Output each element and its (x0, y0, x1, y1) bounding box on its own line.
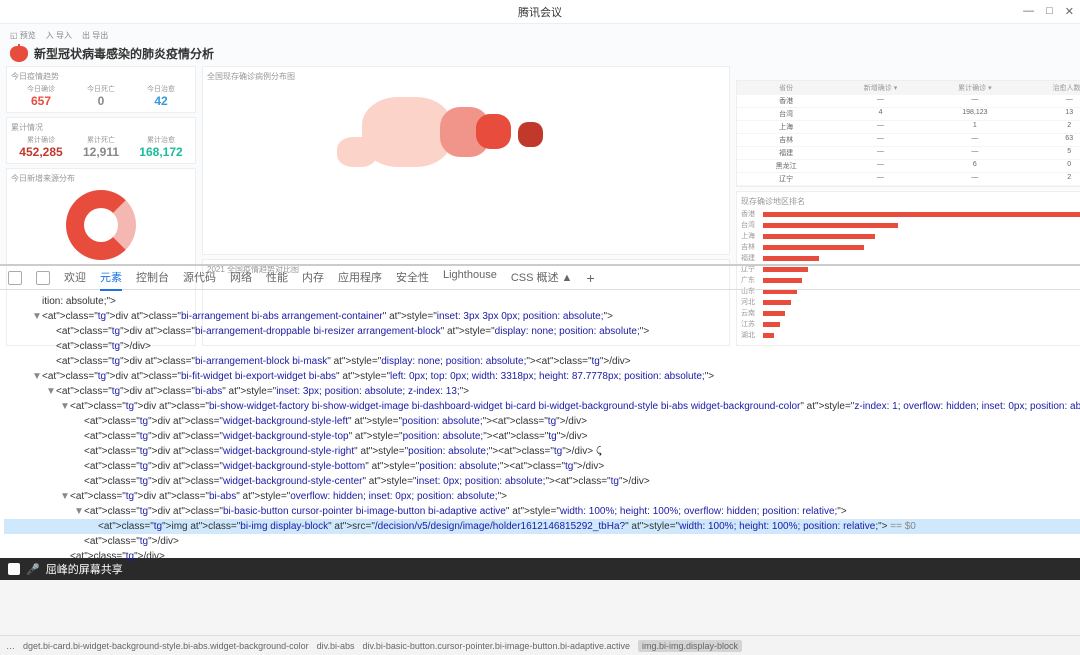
table-header[interactable]: 新增确诊 ▾ (833, 83, 927, 93)
panel-title: 今日疫情趋势 (11, 71, 191, 82)
table-header[interactable]: 省份 (739, 83, 833, 93)
breadcrumb-item[interactable]: … (6, 641, 15, 651)
dom-line[interactable]: ▼<at">class="tg">div at">class="bi-abs" … (4, 384, 1080, 399)
sharer-name: 屈峰的屏幕共享 (46, 561, 123, 577)
kpi-value: 12,911 (71, 145, 131, 159)
table-row: 台湾4198,1231301 (737, 108, 1080, 121)
bar-item: 台湾 (741, 220, 1080, 230)
table-row: 香港————— (737, 95, 1080, 108)
inspect-icon[interactable] (8, 271, 22, 285)
table-header[interactable]: 累计确诊 ▾ (928, 83, 1022, 93)
table-row: 吉林——63—— (737, 134, 1080, 147)
dom-line[interactable]: <at">class="tg">div at">class="bi-arrang… (4, 324, 1080, 339)
dom-line[interactable]: <at">class="tg">/div> (4, 549, 1080, 564)
kpi-label: 累计确诊 (11, 135, 71, 145)
panel-today: 今日疫情趋势 今日确诊657今日死亡0今日治愈42 (6, 66, 196, 113)
bar-item: 吉林 (741, 242, 1080, 252)
table-row: 福建——5—— (737, 147, 1080, 160)
panel-title: 累计情况 (11, 122, 191, 133)
dom-line[interactable]: <at">class="tg">div at">class="widget-ba… (4, 459, 1080, 474)
dom-line[interactable]: ▼<at">class="tg">div at">class="bi-abs" … (4, 489, 1080, 504)
devtools-tab[interactable]: Lighthouse (443, 265, 497, 291)
toolbar-item[interactable]: 入 导入 (46, 30, 72, 41)
dom-line[interactable]: ▼<at">class="tg">div at">class="bi-arran… (4, 309, 1080, 324)
dom-tree[interactable]: ition: absolute;">▼<at">class="tg">div a… (0, 290, 1080, 635)
panel-map: 全国现存确诊病例分布图 (202, 66, 730, 255)
map-title: 全国现存确诊病例分布图 (207, 71, 725, 82)
kpi-value: 168,172 (131, 145, 191, 159)
kpi-label: 累计死亡 (71, 135, 131, 145)
devtools-tab[interactable]: CSS 概述 ▲ (511, 265, 573, 291)
dom-line[interactable]: ▼<at">class="tg">div at">class="bi-basic… (4, 504, 1080, 519)
kpi-value: 452,285 (11, 145, 71, 159)
dom-line[interactable]: <at">class="tg">img at">class="bi-img di… (4, 519, 1080, 534)
dom-line[interactable]: <at">class="tg">div at">class="widget-ba… (4, 429, 1080, 444)
devtools-tab[interactable]: 性能 (266, 265, 288, 291)
breadcrumb-item[interactable]: div.bi-basic-button.cursor-pointer.bi-im… (363, 641, 630, 651)
device-icon[interactable] (36, 271, 50, 285)
toolbar-item[interactable]: 出 导出 (82, 30, 108, 41)
table-row: 辽宁——2—— (737, 173, 1080, 186)
devtools-tab[interactable]: 欢迎 (64, 265, 86, 291)
kpi-label: 今日死亡 (71, 84, 131, 94)
dom-line[interactable]: <at">class="tg">div at">class="widget-ba… (4, 444, 1080, 459)
devtools-tab[interactable]: 应用程序 (338, 265, 382, 291)
dashboard-toolbar: ◱ 预览入 导入出 导出 (6, 30, 1080, 41)
devtools-tab[interactable]: 内存 (302, 265, 324, 291)
dashboard-frame: ◱ 预览入 导入出 导出 新型冠状病毒感染的肺炎疫情分析 2022-03-26 … (0, 24, 1080, 264)
bar-item: 香港 (741, 209, 1080, 219)
breadcrumb-item[interactable]: div.bi-abs (317, 641, 355, 651)
bar-item: 福建 (741, 253, 1080, 263)
table-row: 黑龙江—600— (737, 160, 1080, 173)
window-title: 腾讯会议 (518, 4, 562, 20)
kpi-value: 42 (131, 94, 191, 108)
add-tab-button[interactable]: + (586, 270, 594, 286)
map-canvas (207, 82, 725, 182)
devtools-tabs: 欢迎元素控制台源代码网络性能内存应用程序安全性 Lighthouse CSS 概述 … (0, 266, 1080, 290)
window-titlebar: 腾讯会议 — □ ✕ (0, 0, 1080, 24)
data-source: 数据来源: 中国国家卫生健康委员会官方数据 (736, 66, 1080, 76)
dom-line[interactable]: ▼<at">class="tg">div at">class="bi-fit-w… (4, 369, 1080, 384)
kpi-value: 0 (71, 94, 131, 108)
panel-total: 累计情况 累计确诊452,285累计死亡12,911累计治愈168,172 (6, 117, 196, 164)
toolbar-item[interactable]: ◱ 预览 (10, 30, 36, 41)
breadcrumb-item[interactable]: img.bi-img.display-block (638, 640, 742, 652)
donut-chart (66, 190, 136, 260)
panel-title: 今日新增来源分布 (11, 173, 191, 184)
devtools-tab[interactable]: 元素 (100, 265, 122, 291)
devtools: 欢迎元素控制台源代码网络性能内存应用程序安全性 Lighthouse CSS 概述 … (0, 264, 1080, 655)
kpi-label: 今日治愈 (131, 84, 191, 94)
bar-item: 上海 (741, 231, 1080, 241)
minimize-button[interactable]: — (1023, 5, 1034, 18)
lungs-icon (10, 46, 28, 62)
table-row: 上海—12—— (737, 121, 1080, 134)
kpi-label: 累计治愈 (131, 135, 191, 145)
kpi-value: 657 (11, 94, 71, 108)
window-controls: — □ ✕ (1023, 5, 1074, 18)
dom-line[interactable]: <at">class="tg">/div> (4, 534, 1080, 549)
dom-line[interactable]: <at">class="tg">/div> (4, 339, 1080, 354)
devtools-tab[interactable]: 安全性 (396, 265, 429, 291)
devtools-tab[interactable]: 控制台 (136, 265, 169, 291)
dom-line[interactable]: <at">class="tg">div at">class="widget-ba… (4, 414, 1080, 429)
devtools-tab[interactable]: 网络 (230, 265, 252, 291)
data-table: 省份新增确诊 ▾累计确诊 ▾治愈人数 ▾死亡人数 ▾本月新增 香港—————台湾… (736, 80, 1080, 187)
dom-line[interactable]: ▼<at">class="tg">div at">class="bi-show-… (4, 399, 1080, 414)
maximize-button[interactable]: □ (1046, 5, 1053, 18)
devtools-tab[interactable]: 源代码 (183, 265, 216, 291)
dom-line[interactable]: <at">class="tg">div at">class="bi-arrang… (4, 354, 1080, 369)
mic-icon[interactable]: 🎤 (26, 563, 40, 576)
dom-line[interactable]: <at">class="tg">div at">class="widget-ba… (4, 474, 1080, 489)
kpi-label: 今日确诊 (11, 84, 71, 94)
close-button[interactable]: ✕ (1065, 5, 1074, 18)
avatar-icon (8, 563, 20, 575)
breadcrumb-item[interactable]: dget.bi-card.bi-widget-background-style.… (23, 641, 309, 651)
dashboard-title: 新型冠状病毒感染的肺炎疫情分析 (34, 45, 214, 62)
table-header[interactable]: 治愈人数 ▾ (1022, 83, 1080, 93)
dom-line[interactable]: ition: absolute;"> (4, 294, 1080, 309)
panel-title: 现存确诊地区排名 (741, 196, 1080, 207)
dom-breadcrumbs[interactable]: … dget.bi-card.bi-widget-background-style… (0, 635, 1080, 655)
dashboard-title-row: 新型冠状病毒感染的肺炎疫情分析 2022-03-26 21:51:3 (6, 41, 1080, 66)
